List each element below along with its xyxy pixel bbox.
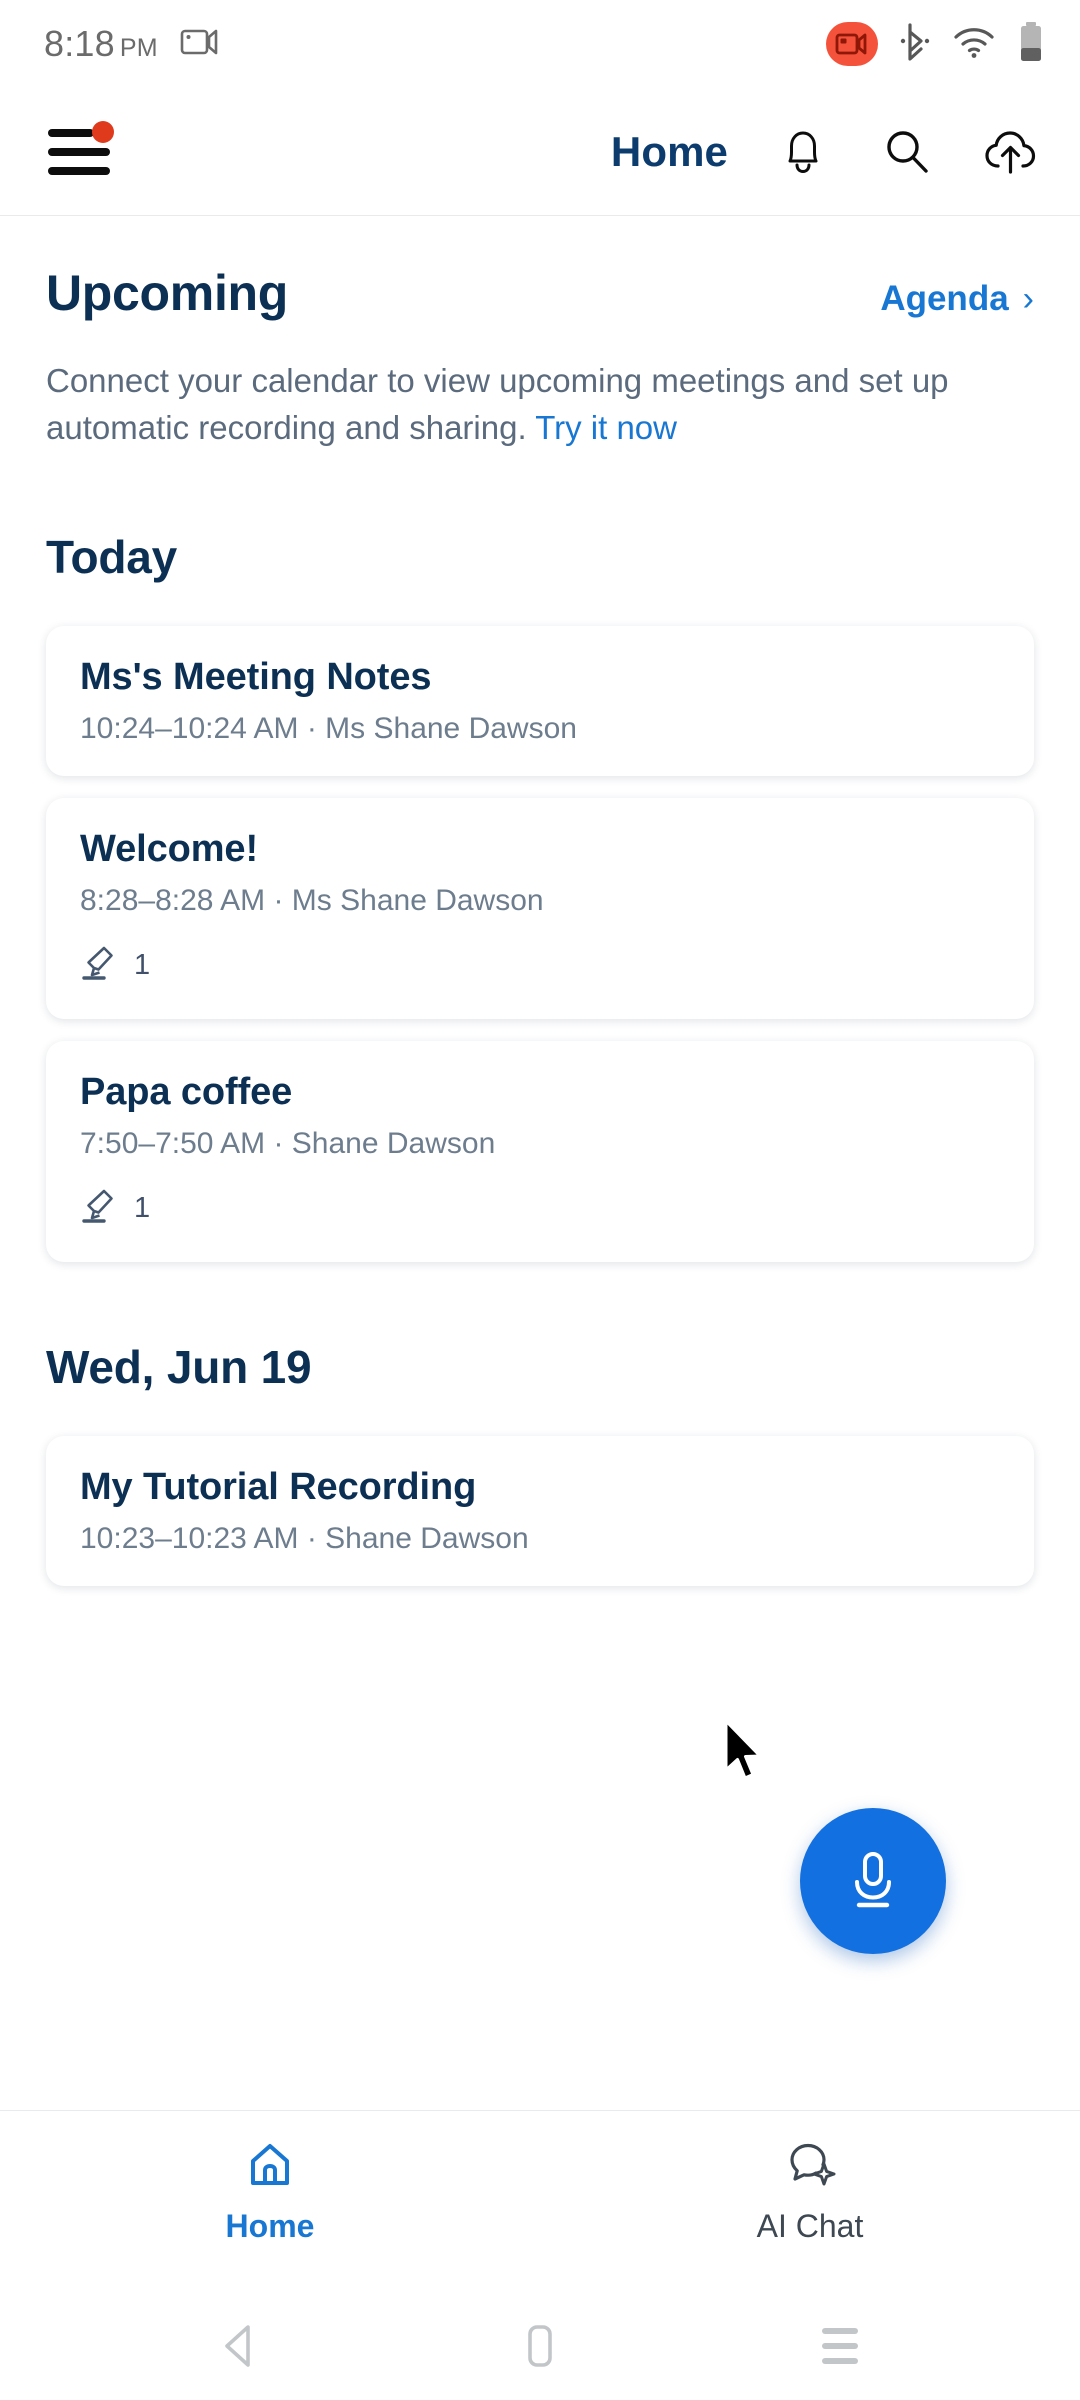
- recents-line: [822, 2358, 858, 2364]
- card-title: Ms's Meeting Notes: [80, 655, 432, 698]
- notifications-icon[interactable]: [774, 123, 832, 181]
- day-header-wed-jun-19: Wed, Jun 19: [46, 1340, 312, 1393]
- nav-label-ai-chat: AI Chat: [756, 2208, 864, 2244]
- recents-line: [822, 2328, 858, 2334]
- card-subtitle: 7:50–7:50 AM · Shane Dawson: [80, 1126, 496, 1160]
- hamburger-line: [48, 166, 110, 175]
- chevron-right-icon: ›: [1022, 280, 1034, 318]
- highlighter-icon: [80, 942, 120, 989]
- nav-item-home[interactable]: Home: [0, 2139, 540, 2245]
- card-list-wed-jun-19: My Tutorial Recording 10:23–10:23 AM · S…: [46, 1435, 1034, 1586]
- section-wed-jun-19: Wed, Jun 19 My Tutorial Recording 10:23–…: [0, 1340, 1080, 1586]
- status-time-value: 8:18: [44, 23, 115, 64]
- ai-chat-bubble-icon: [784, 2139, 836, 2196]
- card-list-today: Ms's Meeting Notes 10:24–10:24 AM · Ms S…: [46, 625, 1034, 1262]
- hamburger-menu-icon[interactable]: [48, 120, 114, 177]
- card-subtitle: 10:24–10:24 AM · Ms Shane Dawson: [80, 711, 577, 745]
- recents-lines-icon[interactable]: [795, 2311, 885, 2381]
- home-square-icon[interactable]: [495, 2311, 585, 2381]
- bluetooth-icon: [900, 22, 930, 67]
- record-fab-button[interactable]: [800, 1808, 946, 1954]
- card-title: Welcome!: [80, 827, 258, 870]
- upcoming-description: Connect your calendar to view upcoming m…: [46, 358, 976, 452]
- microphone-icon: [855, 1852, 891, 1908]
- app-header: Home: [0, 88, 1080, 216]
- card-title: My Tutorial Recording: [80, 1465, 477, 1508]
- card-subtitle: 8:28–8:28 AM · Ms Shane Dawson: [80, 883, 544, 917]
- upcoming-description-text: Connect your calendar to view upcoming m…: [46, 362, 949, 446]
- home-icon: [244, 2139, 296, 2196]
- card-subtitle: 10:23–10:23 AM · Shane Dawson: [80, 1521, 529, 1555]
- upcoming-heading: Upcoming: [46, 265, 289, 321]
- agenda-link[interactable]: Agenda ›: [880, 279, 1034, 319]
- try-it-now-link[interactable]: Try it now: [535, 409, 677, 446]
- status-bar-right: [826, 21, 1044, 68]
- search-icon[interactable]: [878, 123, 936, 181]
- highlight-count: 1: [134, 1191, 151, 1224]
- highlight-count: 1: [134, 948, 151, 981]
- status-time-ampm: PM: [119, 34, 158, 62]
- upcoming-section: Upcoming Agenda › Connect your calendar …: [0, 264, 1080, 452]
- card-meta: 1: [80, 942, 1000, 989]
- meeting-card[interactable]: My Tutorial Recording 10:23–10:23 AM · S…: [46, 1435, 1034, 1586]
- card-title: Papa coffee: [80, 1070, 293, 1113]
- hamburger-line: [48, 147, 110, 156]
- meeting-card[interactable]: Ms's Meeting Notes 10:24–10:24 AM · Ms S…: [46, 625, 1034, 776]
- nav-item-ai-chat[interactable]: AI Chat: [540, 2139, 1080, 2245]
- hamburger-line: [48, 128, 94, 137]
- status-bar: 8:18 PM: [0, 0, 1080, 88]
- header-actions: Home: [611, 123, 1040, 181]
- upcoming-header-row: Upcoming Agenda ›: [46, 264, 1034, 322]
- battery-icon: [1018, 21, 1044, 68]
- recents-lines: [822, 2328, 858, 2364]
- wifi-icon: [952, 25, 996, 64]
- page-title: Home: [610, 127, 728, 175]
- status-bar-left: 8:18 PM: [44, 23, 220, 65]
- day-header-today: Today: [46, 530, 178, 583]
- recording-video-icon: [826, 22, 878, 66]
- cloud-upload-icon[interactable]: [982, 123, 1040, 181]
- highlighter-icon: [80, 1185, 120, 1232]
- status-time: 8:18 PM: [44, 23, 158, 65]
- section-today: Today Ms's Meeting Notes 10:24–10:24 AM …: [0, 530, 1080, 1262]
- card-meta: 1: [80, 1185, 1000, 1232]
- phone-screen: 8:18 PM Home Upcoming Agenda › Connect y…: [0, 0, 1080, 2400]
- meeting-card[interactable]: Papa coffee 7:50–7:50 AM · Shane Dawson …: [46, 1040, 1034, 1262]
- video-camera-icon: [180, 26, 220, 63]
- menu-notification-badge: [92, 120, 114, 143]
- back-triangle-icon[interactable]: [195, 2311, 285, 2381]
- meeting-card[interactable]: Welcome! 8:28–8:28 AM · Ms Shane Dawson …: [46, 797, 1034, 1019]
- system-navigation-bar: [0, 2292, 1080, 2400]
- recents-line: [822, 2343, 858, 2349]
- bottom-navigation: Home AI Chat: [0, 2110, 1080, 2292]
- nav-label-home: Home: [225, 2208, 315, 2244]
- agenda-label: Agenda: [880, 279, 1009, 318]
